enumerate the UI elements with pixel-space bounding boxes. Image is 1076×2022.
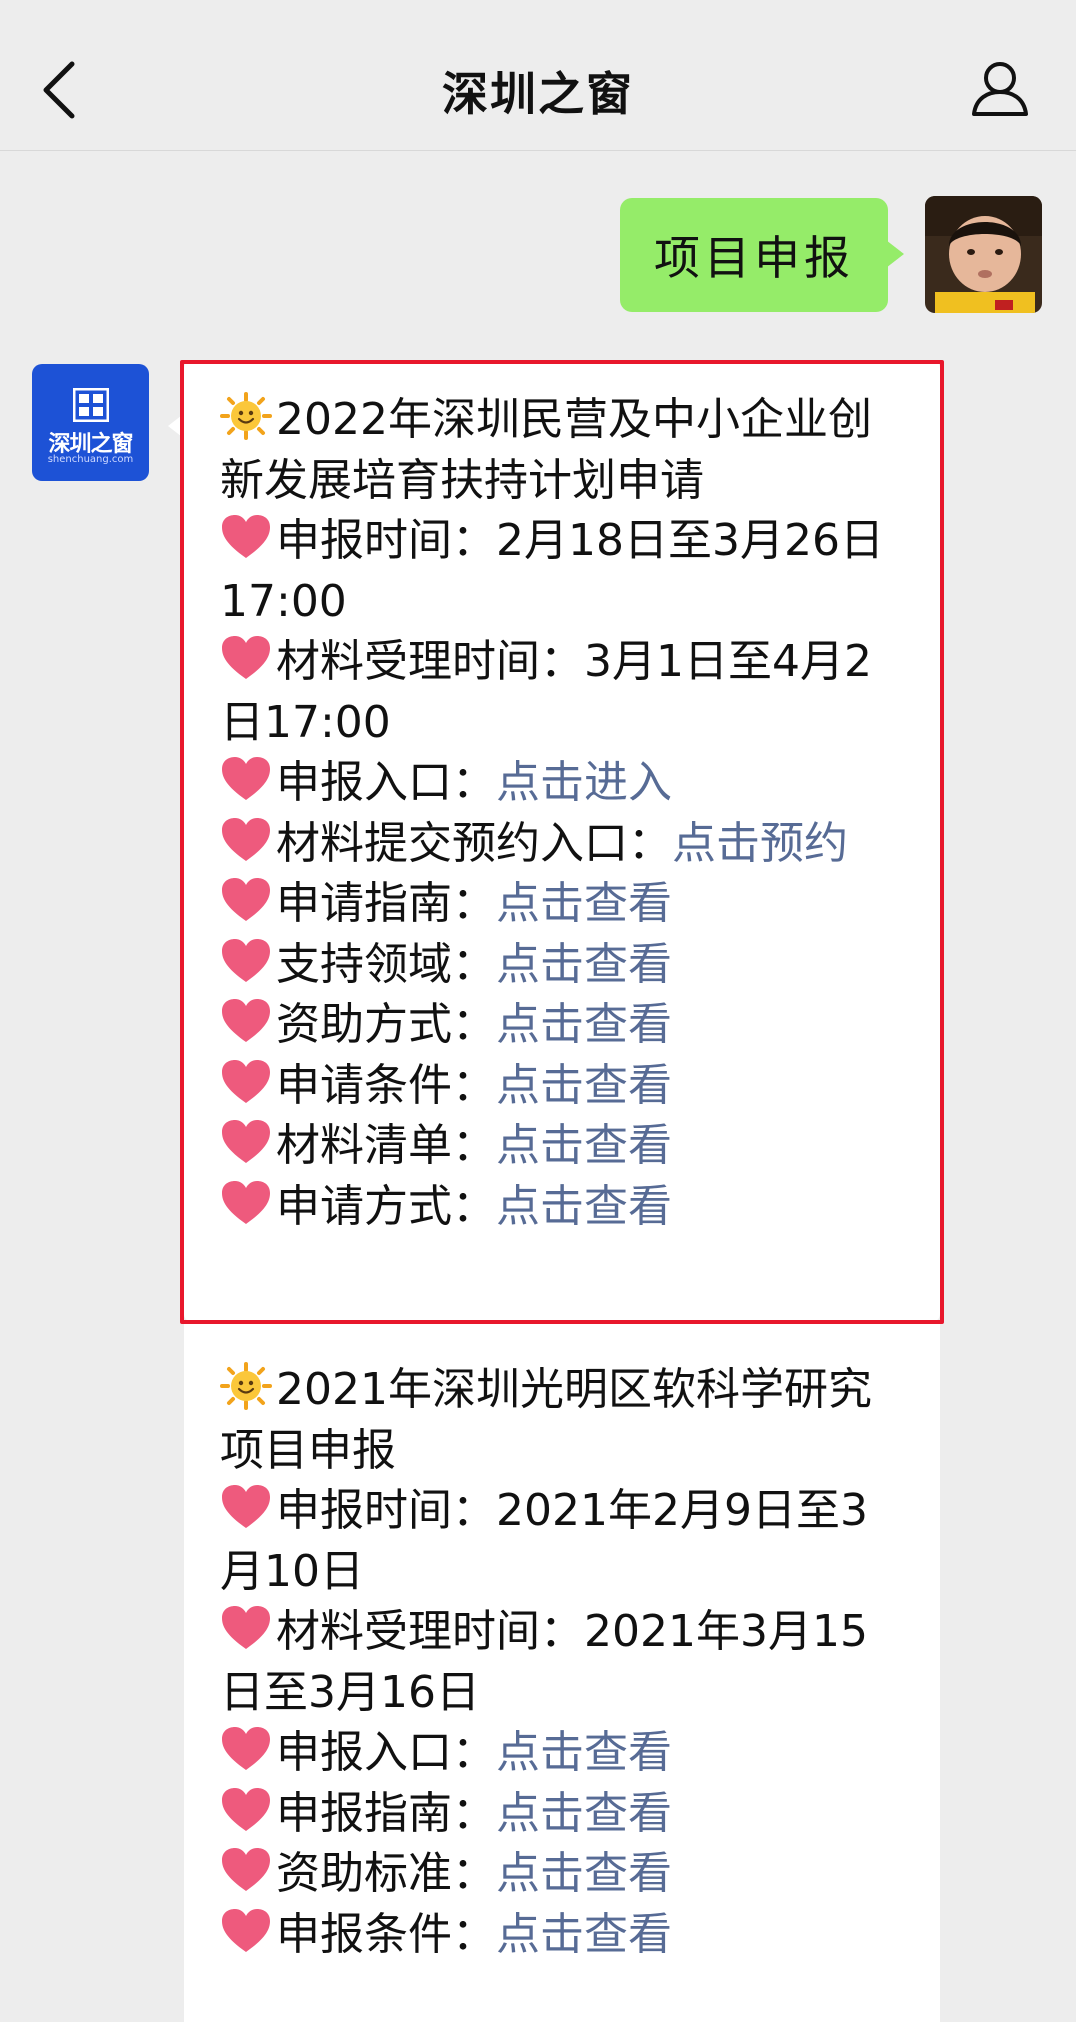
page-title: 深圳之窗 bbox=[442, 67, 634, 121]
account-avatar[interactable]: 深圳之窗 shenchuang.com bbox=[32, 364, 149, 481]
person-icon bbox=[972, 62, 1028, 116]
apply-entry-link[interactable]: 点击查看 bbox=[496, 1727, 672, 1778]
card2-item: 材料受理时间：2021年3月15日至3月16日 bbox=[220, 1604, 868, 1718]
card1-item: 申请方式：点击查看 bbox=[220, 1177, 910, 1238]
heart-emoji-icon bbox=[220, 513, 276, 561]
card1-content: 2022年深圳民营及中小企业创新发展培育扶持计划申请 申报时间：2月18日至3月… bbox=[220, 390, 910, 1237]
materials-list-link[interactable]: 点击查看 bbox=[496, 1120, 672, 1171]
card2-content: 2021年深圳光明区软科学研究项目申报 申报时间：2021年2月9日至3月10日… bbox=[220, 1360, 910, 1965]
card1-item: 资助方式：点击查看 bbox=[220, 995, 910, 1056]
my-avatar[interactable] bbox=[925, 196, 1042, 313]
guide-link[interactable]: 点击查看 bbox=[496, 1788, 672, 1839]
card2-item: 资助标准：点击查看 bbox=[220, 1844, 910, 1905]
apply-method-link[interactable]: 点击查看 bbox=[496, 1181, 672, 1232]
funding-method-link[interactable]: 点击查看 bbox=[496, 999, 672, 1050]
guide-link[interactable]: 点击查看 bbox=[496, 878, 672, 929]
conditions-link[interactable]: 点击查看 bbox=[496, 1060, 672, 1111]
heart-emoji-icon bbox=[220, 1179, 276, 1227]
heart-emoji-icon bbox=[220, 634, 276, 682]
card1-item: 申报入口：点击进入 bbox=[220, 753, 910, 814]
heart-emoji-icon bbox=[220, 1846, 276, 1894]
card1-item: 材料提交预约入口：点击预约 bbox=[220, 814, 910, 875]
card2-item: 申报条件：点击查看 bbox=[220, 1905, 910, 1966]
card2-heading: 2021年深圳光明区软科学研究项目申报 bbox=[220, 1362, 872, 1476]
card1-heading: 2022年深圳民营及中小企业创新发展培育扶持计划申请 bbox=[220, 392, 872, 506]
heart-emoji-icon bbox=[220, 1725, 276, 1773]
heart-emoji-icon bbox=[220, 997, 276, 1045]
card1-item: 支持领域：点击查看 bbox=[220, 935, 910, 996]
card1-item: 材料受理时间：3月1日至4月2日17:00 bbox=[220, 634, 872, 748]
funding-standard-link[interactable]: 点击查看 bbox=[496, 1848, 672, 1899]
profile-button[interactable] bbox=[970, 58, 1030, 118]
card1-item: 申报时间：2月18日至3月26日17:00 bbox=[220, 513, 884, 627]
account-url: shenchuang.com bbox=[47, 454, 134, 465]
my-message-bubble[interactable]: 项目申报 bbox=[620, 198, 904, 312]
card2-item: 申报时间：2021年2月9日至3月10日 bbox=[220, 1483, 868, 1597]
nav-bar: 深圳之窗 bbox=[0, 0, 1076, 151]
heart-emoji-icon bbox=[220, 755, 276, 803]
conditions-link[interactable]: 点击查看 bbox=[496, 1909, 672, 1960]
heart-emoji-icon bbox=[220, 1604, 276, 1652]
sun-emoji-icon bbox=[220, 1362, 276, 1410]
card1-item: 申请指南：点击查看 bbox=[220, 874, 910, 935]
card1-item: 材料清单：点击查看 bbox=[220, 1116, 910, 1177]
heart-emoji-icon bbox=[220, 1118, 276, 1166]
avatar-photo bbox=[925, 196, 1042, 313]
support-fields-link[interactable]: 点击查看 bbox=[496, 939, 672, 990]
card2-item: 申报指南：点击查看 bbox=[220, 1784, 910, 1845]
heart-emoji-icon bbox=[220, 1786, 276, 1834]
heart-emoji-icon bbox=[220, 1058, 276, 1106]
sun-emoji-icon bbox=[220, 392, 276, 440]
card2-item: 申报入口：点击查看 bbox=[220, 1723, 910, 1784]
apply-entry-link[interactable]: 点击进入 bbox=[496, 757, 672, 808]
heart-emoji-icon bbox=[220, 816, 276, 864]
card1-item: 申请条件：点击查看 bbox=[220, 1056, 910, 1117]
heart-emoji-icon bbox=[220, 1483, 276, 1531]
heart-emoji-icon bbox=[220, 937, 276, 985]
my-message-text: 项目申报 bbox=[654, 231, 854, 285]
appointment-link[interactable]: 点击预约 bbox=[672, 818, 848, 869]
heart-emoji-icon bbox=[220, 1907, 276, 1955]
window-logo-icon bbox=[73, 388, 109, 422]
heart-emoji-icon bbox=[220, 876, 276, 924]
